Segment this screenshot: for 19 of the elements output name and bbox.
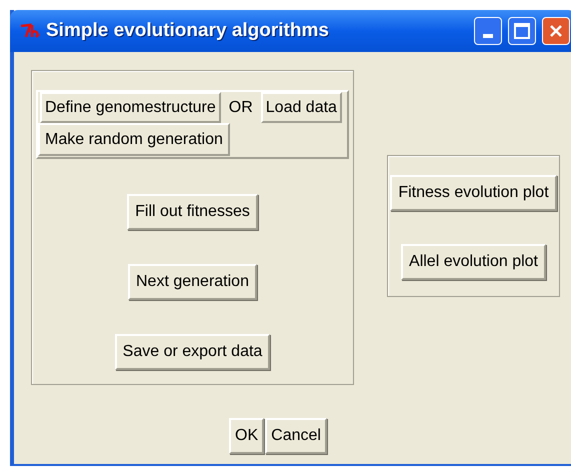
load-data-button[interactable]: Load data	[260, 92, 342, 123]
random-generation-button[interactable]: Make random generation	[38, 123, 230, 156]
ok-button[interactable]: OK	[229, 418, 264, 454]
cancel-button[interactable]: Cancel	[265, 418, 327, 454]
maximize-button[interactable]	[508, 17, 536, 45]
plot-button[interactable]: Allel evolution plot	[401, 244, 546, 280]
minimize-icon	[483, 34, 493, 38]
action-button[interactable]: Next generation	[128, 264, 257, 300]
close-icon	[549, 24, 563, 38]
window-title: Simple evolutionary algorithms	[46, 18, 330, 43]
define-genome-button[interactable]: Define genomestructure	[40, 92, 221, 123]
or-label: OR	[228, 98, 254, 118]
maximize-icon	[514, 23, 530, 39]
action-button[interactable]: Save or export data	[114, 334, 270, 370]
action-button[interactable]: Fill out fitnesses	[127, 194, 258, 230]
plot-button[interactable]: Fitness evolution plot	[390, 175, 557, 211]
close-button[interactable]	[542, 17, 570, 45]
minimize-button[interactable]	[474, 17, 502, 45]
app-icon	[20, 23, 40, 39]
